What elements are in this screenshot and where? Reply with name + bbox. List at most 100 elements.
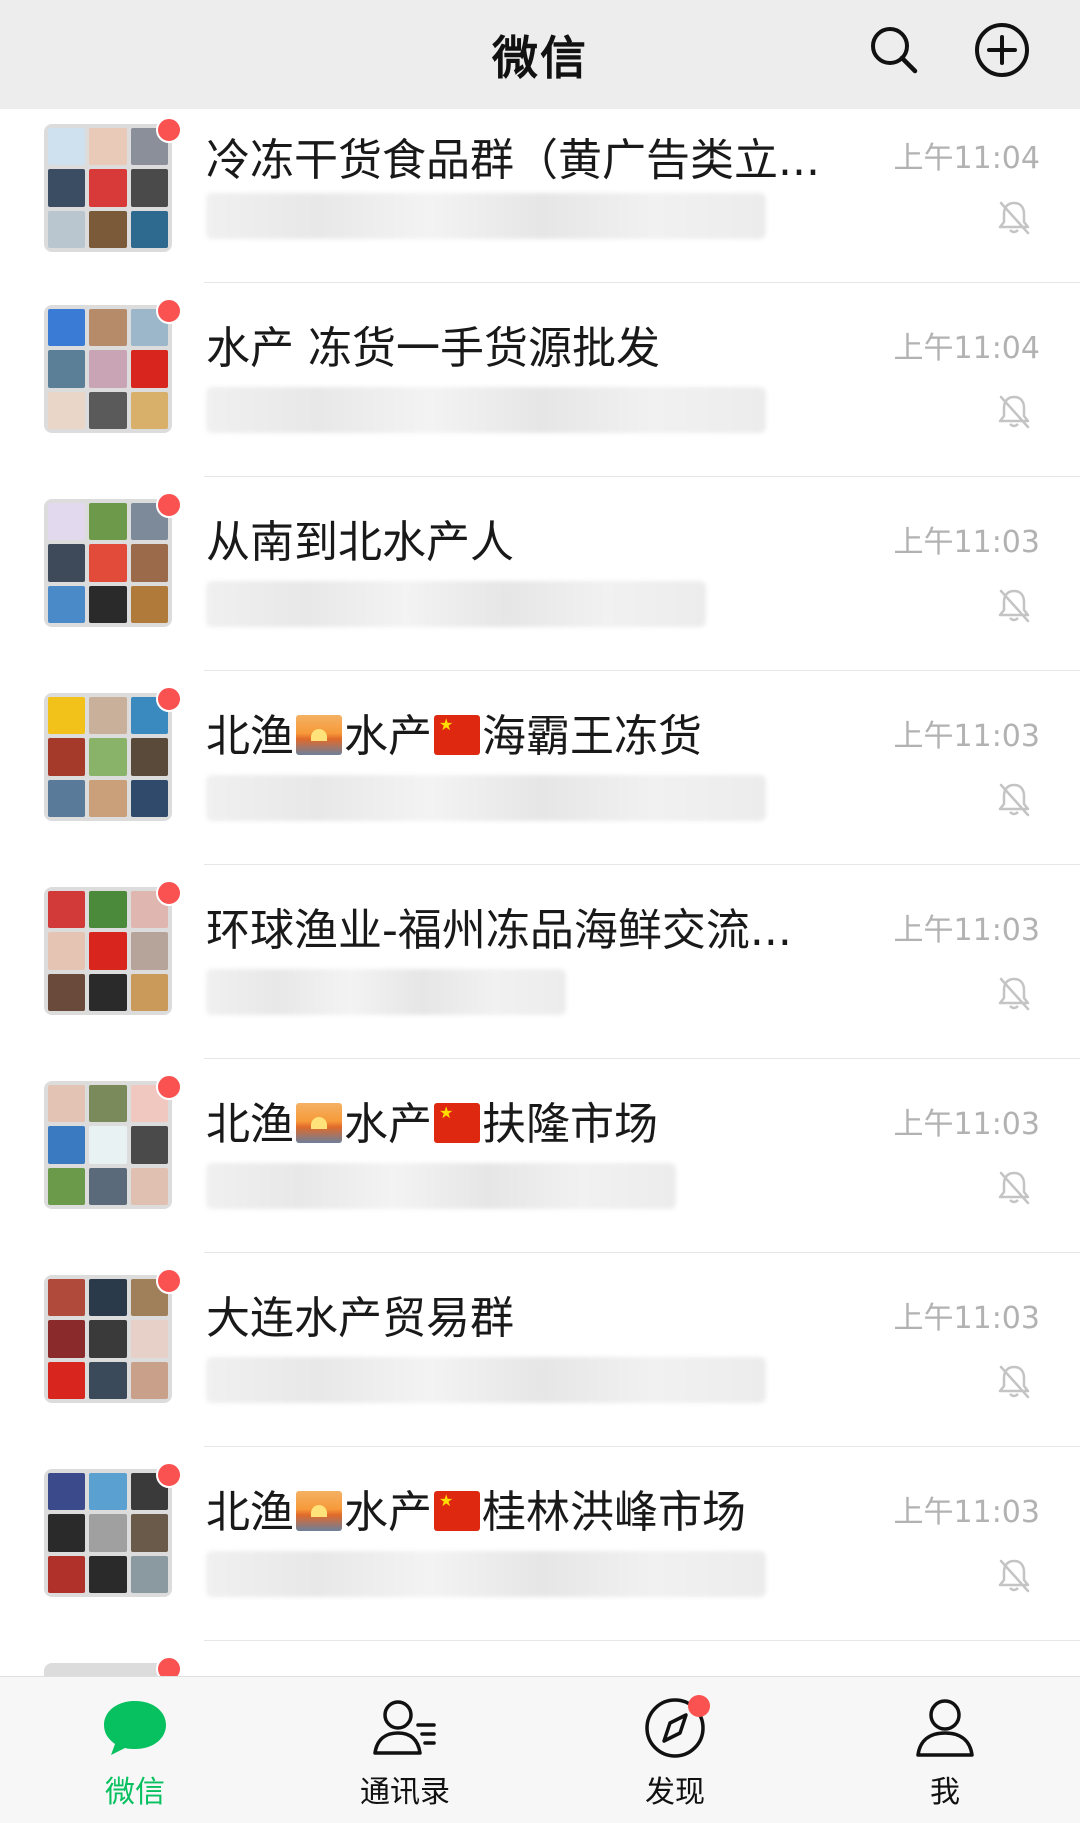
chat-list-item[interactable]: 水产 冻货一手货源批发 上午11:04: [0, 283, 1080, 477]
top-header: 微信: [0, 0, 1080, 109]
avatar-tile: [89, 1555, 127, 1593]
group-avatar[interactable]: [44, 1275, 172, 1403]
chat-time: 上午11:03: [893, 1301, 1040, 1336]
chat-list-item[interactable]: 大连水产贸易群 上午11:03: [0, 1253, 1080, 1447]
group-avatar[interactable]: [44, 499, 172, 627]
avatar-tile: [48, 738, 86, 776]
avatar-tile: [89, 391, 127, 429]
chat-name: 大连水产贸易群: [206, 1293, 514, 1344]
group-avatar[interactable]: [44, 1663, 172, 1677]
chat-name-text: 桂林洪峰市场: [482, 1487, 746, 1538]
chat-name: 北渔水产扶隆市场: [206, 1097, 846, 1153]
unread-dot: [156, 686, 182, 712]
chat-time: 上午11:03: [893, 1107, 1040, 1142]
unread-dot: [156, 880, 182, 906]
sunrise-emoji-icon: [296, 1103, 342, 1143]
avatar-tile: [130, 738, 168, 776]
message-preview-blurred: [206, 387, 766, 433]
unread-dot: [156, 1268, 182, 1294]
avatar-tile: [89, 1361, 127, 1399]
chat-list-item[interactable]: 北渔水产扶隆市场 上午11:03: [0, 1059, 1080, 1253]
avatar-tile: [48, 169, 86, 207]
tab-label: 微信: [105, 1775, 165, 1810]
tab-label: 发现: [645, 1775, 705, 1810]
search-button[interactable]: [862, 18, 926, 82]
avatar-tile: [48, 697, 86, 735]
avatar-tile: [48, 503, 86, 541]
chat-list-item[interactable]: 冷冻干货食品群（黄广告类立... 上午11:04: [0, 109, 1080, 283]
avatar-tile: [89, 779, 127, 817]
avatar-tile: [130, 1555, 168, 1593]
avatar-tile: [130, 210, 168, 248]
chat-list-item[interactable]: 从南到北水产人 上午11:03: [0, 477, 1080, 671]
group-avatar[interactable]: [44, 1081, 172, 1209]
avatar-tile: [89, 210, 127, 248]
chat-name: 北渔水产海霸王冻货: [206, 709, 846, 765]
avatar-tile: [89, 1167, 127, 1205]
chat-name: 水产 冻货一手货源批发: [206, 323, 660, 374]
group-avatar[interactable]: [44, 305, 172, 433]
sunrise-emoji-icon: [296, 715, 342, 755]
avatar-tile: [130, 1126, 168, 1164]
chat-name-text: 水产: [344, 1099, 432, 1150]
mute-bell-icon: [998, 395, 1030, 429]
avatar-tile: [89, 697, 127, 735]
avatar-tile: [89, 309, 127, 347]
chat-time: 上午11:03: [893, 1495, 1040, 1530]
avatar-tile: [48, 391, 86, 429]
chat-time: 上午11:03: [893, 719, 1040, 754]
avatar-tile: [89, 1085, 127, 1123]
message-preview-blurred: [206, 1163, 676, 1209]
chat-list-item[interactable]: 北渔水产海霸王冻货 上午11:03: [0, 671, 1080, 865]
avatar-tile: [89, 169, 127, 207]
avatar-tile: [48, 973, 86, 1011]
chat-name-text: 北渔: [206, 711, 294, 762]
chat-time: 上午11:04: [893, 141, 1040, 176]
chat-list-item[interactable]: [0, 1641, 1080, 1677]
tab-chats[interactable]: 微信: [0, 1677, 270, 1823]
chat-name-text: 北渔: [206, 1487, 294, 1538]
group-avatar[interactable]: [44, 693, 172, 821]
avatar-tile: [130, 391, 168, 429]
tab-label: 我: [930, 1775, 960, 1810]
avatar-tile: [130, 1361, 168, 1399]
unread-dot: [156, 117, 182, 143]
contacts-icon: [370, 1695, 440, 1761]
avatar-tile: [130, 169, 168, 207]
tab-me[interactable]: 我: [810, 1677, 1080, 1823]
avatar-tile: [89, 585, 127, 623]
tab-contacts[interactable]: 通讯录: [270, 1677, 540, 1823]
mute-indicator: [994, 1167, 1034, 1207]
tab-discover[interactable]: 发现: [540, 1677, 810, 1823]
avatar-tile: [48, 1473, 86, 1511]
chat-bubble-icon: [100, 1695, 170, 1761]
avatar-tile: [130, 1167, 168, 1205]
avatar-tile: [89, 1473, 127, 1511]
group-avatar[interactable]: [44, 887, 172, 1015]
mute-bell-icon: [998, 1171, 1030, 1205]
mute-indicator: [994, 1555, 1034, 1595]
chat-list[interactable]: 冷冻干货食品群（黄广告类立... 上午11:04 水产 冻货一手货源批发 上午11:…: [0, 109, 1080, 1677]
chat-name-text: 海霸王冻货: [482, 711, 702, 762]
chat-name: 环球渔业-福州冻品海鲜交流...: [206, 905, 792, 956]
chat-name: 从南到北水产人: [206, 517, 514, 568]
bottom-tab-bar: 微信 通讯录 发现 我: [0, 1676, 1080, 1823]
avatar-tile: [48, 309, 86, 347]
group-avatar[interactable]: [44, 124, 172, 252]
avatar-tile: [89, 503, 127, 541]
mute-bell-icon: [998, 977, 1030, 1011]
avatar-tile: [48, 1167, 86, 1205]
message-preview-blurred: [206, 581, 706, 627]
group-avatar[interactable]: [44, 1469, 172, 1597]
avatar-tile: [48, 891, 86, 929]
unread-dot: [156, 1656, 182, 1677]
add-button[interactable]: [970, 18, 1034, 82]
chat-list-item[interactable]: 北渔水产桂林洪峰市场 上午11:03: [0, 1447, 1080, 1641]
avatar-tile: [89, 128, 127, 166]
page-title: 微信: [492, 30, 588, 85]
chat-list-item[interactable]: 环球渔业-福州冻品海鲜交流... 上午11:03: [0, 865, 1080, 1059]
avatar-tile: [89, 891, 127, 929]
unread-dot: [156, 298, 182, 324]
message-preview-blurred: [206, 969, 566, 1015]
mute-indicator: [994, 973, 1034, 1013]
